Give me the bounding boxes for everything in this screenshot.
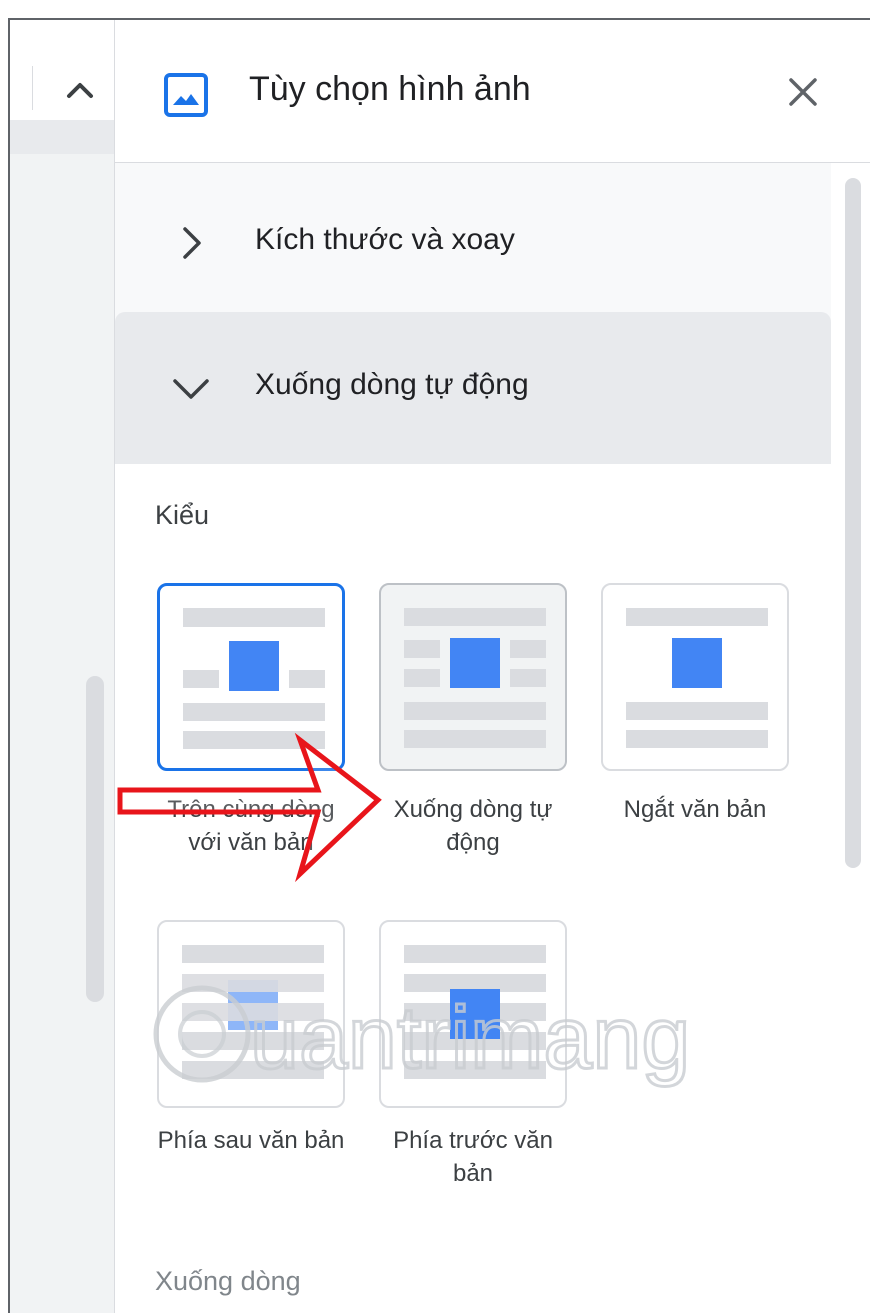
wrap-option-inline-label: Trên cùng dòng với văn bản — [167, 796, 335, 856]
style-heading: Kiểu — [155, 500, 210, 530]
chevron-up-icon[interactable] — [62, 72, 98, 108]
section-size-rotation[interactable]: Kích thước và xoay — [115, 185, 831, 303]
break-text-illustration — [626, 608, 768, 748]
section-size-rotation-label: Kích thước và xoay — [255, 223, 515, 256]
section-text-wrapping[interactable]: Xuống dòng tự động — [115, 312, 831, 464]
document-ruler — [10, 120, 114, 154]
close-icon[interactable] — [783, 72, 823, 112]
section-text-wrapping-label: Xuống dòng tự động — [255, 368, 529, 401]
front-text-illustration — [404, 945, 546, 1079]
document-toolbar — [10, 20, 114, 121]
chevron-down-icon — [173, 379, 209, 399]
wrap-option-wrap-text[interactable] — [379, 583, 567, 771]
wrap-option-behind-text[interactable] — [157, 920, 345, 1108]
document-area — [10, 20, 114, 1313]
wrap-option-front-text-label: Phía trước văn bản — [393, 1127, 553, 1187]
behind-text-illustration — [182, 945, 324, 1079]
image-icon — [164, 73, 208, 117]
panel-title: Tùy chọn hình ảnh — [249, 70, 531, 108]
wrap-option-inline[interactable] — [157, 583, 345, 771]
panel-header: Tùy chọn hình ảnh — [115, 20, 870, 163]
wrap-option-break-text-label: Ngắt văn bản — [623, 796, 767, 823]
wrapping-subheading: Xuống dòng — [155, 1266, 301, 1296]
window-top-border — [0, 0, 870, 18]
wrap-text-illustration — [404, 608, 546, 748]
wrap-option-wrap-text-label: Xuống dòng tự động — [393, 796, 553, 856]
wrap-option-front-text[interactable] — [379, 920, 567, 1108]
chevron-right-icon — [183, 227, 201, 259]
document-scrollbar[interactable] — [86, 676, 104, 1002]
image-options-panel: Tùy chọn hình ảnh Kích thước và xoay Xuố… — [114, 20, 870, 1313]
panel-scrollbar-thumb[interactable] — [845, 178, 861, 868]
toolbar-separator — [32, 66, 33, 110]
wrap-option-behind-text-label: Phía sau văn bản — [157, 1127, 345, 1154]
wrap-inline-illustration — [183, 608, 325, 749]
wrap-option-break-text[interactable] — [601, 583, 789, 771]
